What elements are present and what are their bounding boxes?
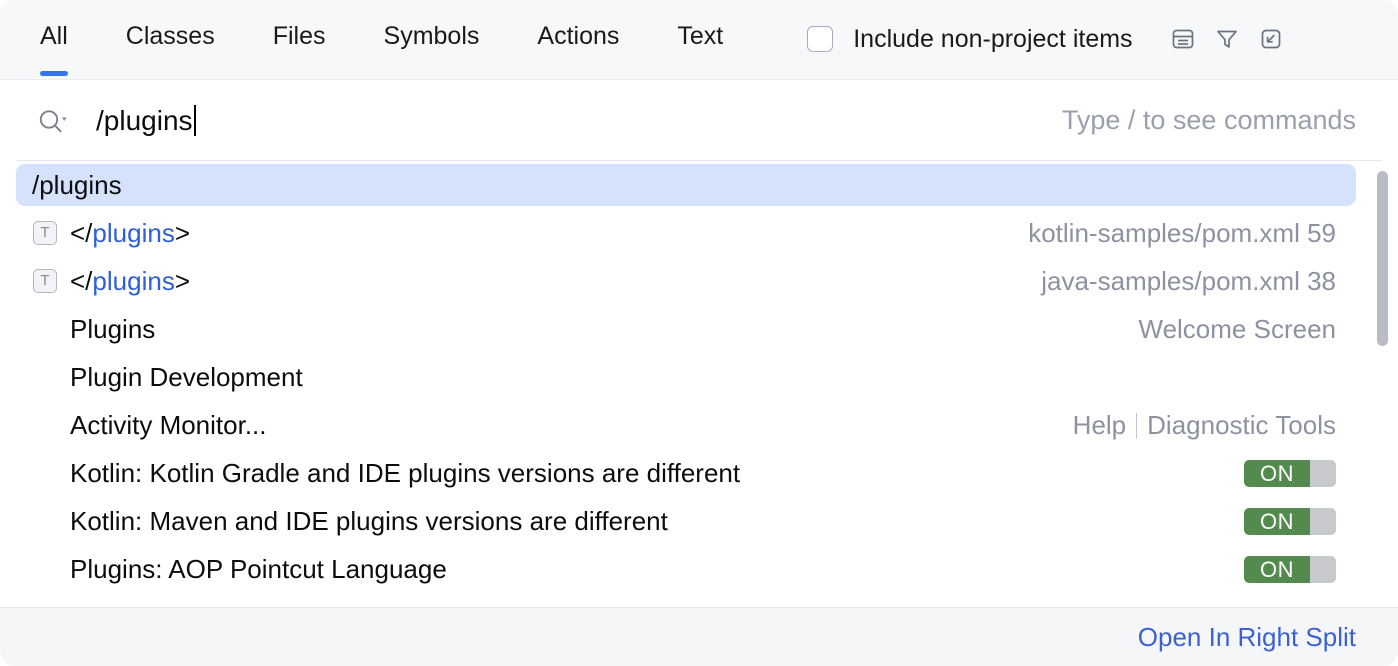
result-label-match: plugins	[92, 218, 174, 248]
result-label: Activity Monitor...	[70, 410, 267, 441]
text-file-icon: T	[32, 268, 58, 294]
tab-bar: All Classes Files Symbols Actions Text	[0, 0, 781, 78]
inspection-toggle[interactable]: ON	[1244, 556, 1336, 583]
scrollbar-thumb[interactable]	[1377, 171, 1388, 346]
result-location: kotlin-samples/pom.xml 59	[1004, 218, 1336, 249]
result-row-plugins-command[interactable]: /plugins	[0, 161, 1398, 209]
result-label-suffix: >	[175, 266, 190, 296]
result-label: Plugin Development	[70, 362, 303, 393]
result-row-kotlin-gradle-inspection[interactable]: Kotlin: Kotlin Gradle and IDE plugins ve…	[0, 449, 1398, 497]
no-icon-placeholder	[32, 364, 58, 390]
result-label: Kotlin: Maven and IDE plugins versions a…	[70, 506, 668, 537]
result-location-item: Diagnostic Tools	[1147, 410, 1336, 440]
results-scrollbar[interactable]	[1374, 161, 1390, 607]
result-row-activity-monitor[interactable]: Activity Monitor... Help Diagnostic Tools	[0, 401, 1398, 449]
tab-all[interactable]: All	[40, 0, 68, 78]
tab-label: Text	[677, 22, 723, 50]
no-icon-placeholder	[32, 460, 58, 486]
search-icon[interactable]	[36, 99, 80, 143]
include-non-project-items-checkbox[interactable]	[807, 26, 833, 52]
header-controls: Include non-project items	[807, 0, 1292, 78]
search-hint: Type / to see commands	[1062, 105, 1356, 136]
inspection-toggle[interactable]: ON	[1244, 508, 1336, 535]
text-caret	[194, 105, 196, 136]
result-location-group: Help	[1073, 410, 1126, 440]
result-label: </plugins>	[70, 218, 190, 249]
result-label-match: plugins	[92, 266, 174, 296]
result-row-kotlin-pom[interactable]: T </plugins> kotlin-samples/pom.xml 59	[0, 209, 1398, 257]
no-icon-placeholder	[32, 316, 58, 342]
tab-symbols[interactable]: Symbols	[384, 0, 480, 78]
no-icon-placeholder	[32, 412, 58, 438]
dialog-footer: Open In Right Split	[0, 607, 1398, 666]
filter-icon[interactable]	[1205, 17, 1249, 61]
tab-files[interactable]: Files	[273, 0, 326, 78]
search-everywhere-dialog: All Classes Files Symbols Actions Text I…	[0, 0, 1398, 666]
result-label: Kotlin: Kotlin Gradle and IDE plugins ve…	[70, 458, 740, 489]
result-label-prefix: </	[70, 266, 92, 296]
toggle-state-label: ON	[1244, 508, 1310, 535]
separator-bar	[1136, 413, 1137, 439]
tab-label: Classes	[126, 22, 215, 50]
result-location: java-samples/pom.xml 38	[1017, 266, 1336, 297]
result-row-java-pom[interactable]: T </plugins> java-samples/pom.xml 38	[0, 257, 1398, 305]
tab-label: Symbols	[384, 22, 480, 50]
result-label-prefix: </	[70, 218, 92, 248]
results-list: /plugins T </plugins> kotlin-samples/pom…	[0, 161, 1398, 607]
tab-label: Actions	[537, 22, 619, 50]
inspection-toggle[interactable]: ON	[1244, 460, 1336, 487]
result-label-suffix: >	[175, 218, 190, 248]
result-label: </plugins>	[70, 266, 190, 297]
search-input[interactable]: /plugins	[96, 105, 196, 137]
result-row-plugins-welcome[interactable]: Plugins Welcome Screen	[0, 305, 1398, 353]
search-input-value: /plugins	[96, 105, 193, 136]
result-label: /plugins	[32, 170, 122, 201]
toggle-state-label: ON	[1244, 556, 1310, 583]
open-in-split-icon[interactable]	[1249, 17, 1293, 61]
preview-panel-icon[interactable]	[1161, 17, 1205, 61]
tab-label: Files	[273, 22, 326, 50]
include-non-project-items-label: Include non-project items	[853, 25, 1132, 54]
text-file-icon: T	[32, 220, 58, 246]
no-icon-placeholder	[32, 556, 58, 582]
toggle-state-label: ON	[1244, 460, 1310, 487]
tab-text[interactable]: Text	[677, 0, 723, 78]
result-row-plugin-development[interactable]: Plugin Development	[0, 353, 1398, 401]
header-icon-group	[1161, 17, 1293, 61]
open-in-right-split-button[interactable]: Open In Right Split	[1138, 622, 1356, 653]
result-location: Help Diagnostic Tools	[1049, 410, 1336, 441]
result-row-aop-pointcut-language[interactable]: Plugins: AOP Pointcut Language ON	[0, 545, 1398, 593]
result-label: Plugins	[70, 314, 155, 345]
tab-actions[interactable]: Actions	[537, 0, 619, 78]
tab-label: All	[40, 22, 68, 50]
dialog-header: All Classes Files Symbols Actions Text I…	[0, 0, 1398, 80]
result-row-kotlin-maven-inspection[interactable]: Kotlin: Maven and IDE plugins versions a…	[0, 497, 1398, 545]
no-icon-placeholder	[32, 508, 58, 534]
tab-classes[interactable]: Classes	[126, 0, 215, 78]
result-location: Welcome Screen	[1115, 314, 1337, 345]
result-label: Plugins: AOP Pointcut Language	[70, 554, 447, 585]
search-row[interactable]: /plugins Type / to see commands	[0, 81, 1398, 160]
